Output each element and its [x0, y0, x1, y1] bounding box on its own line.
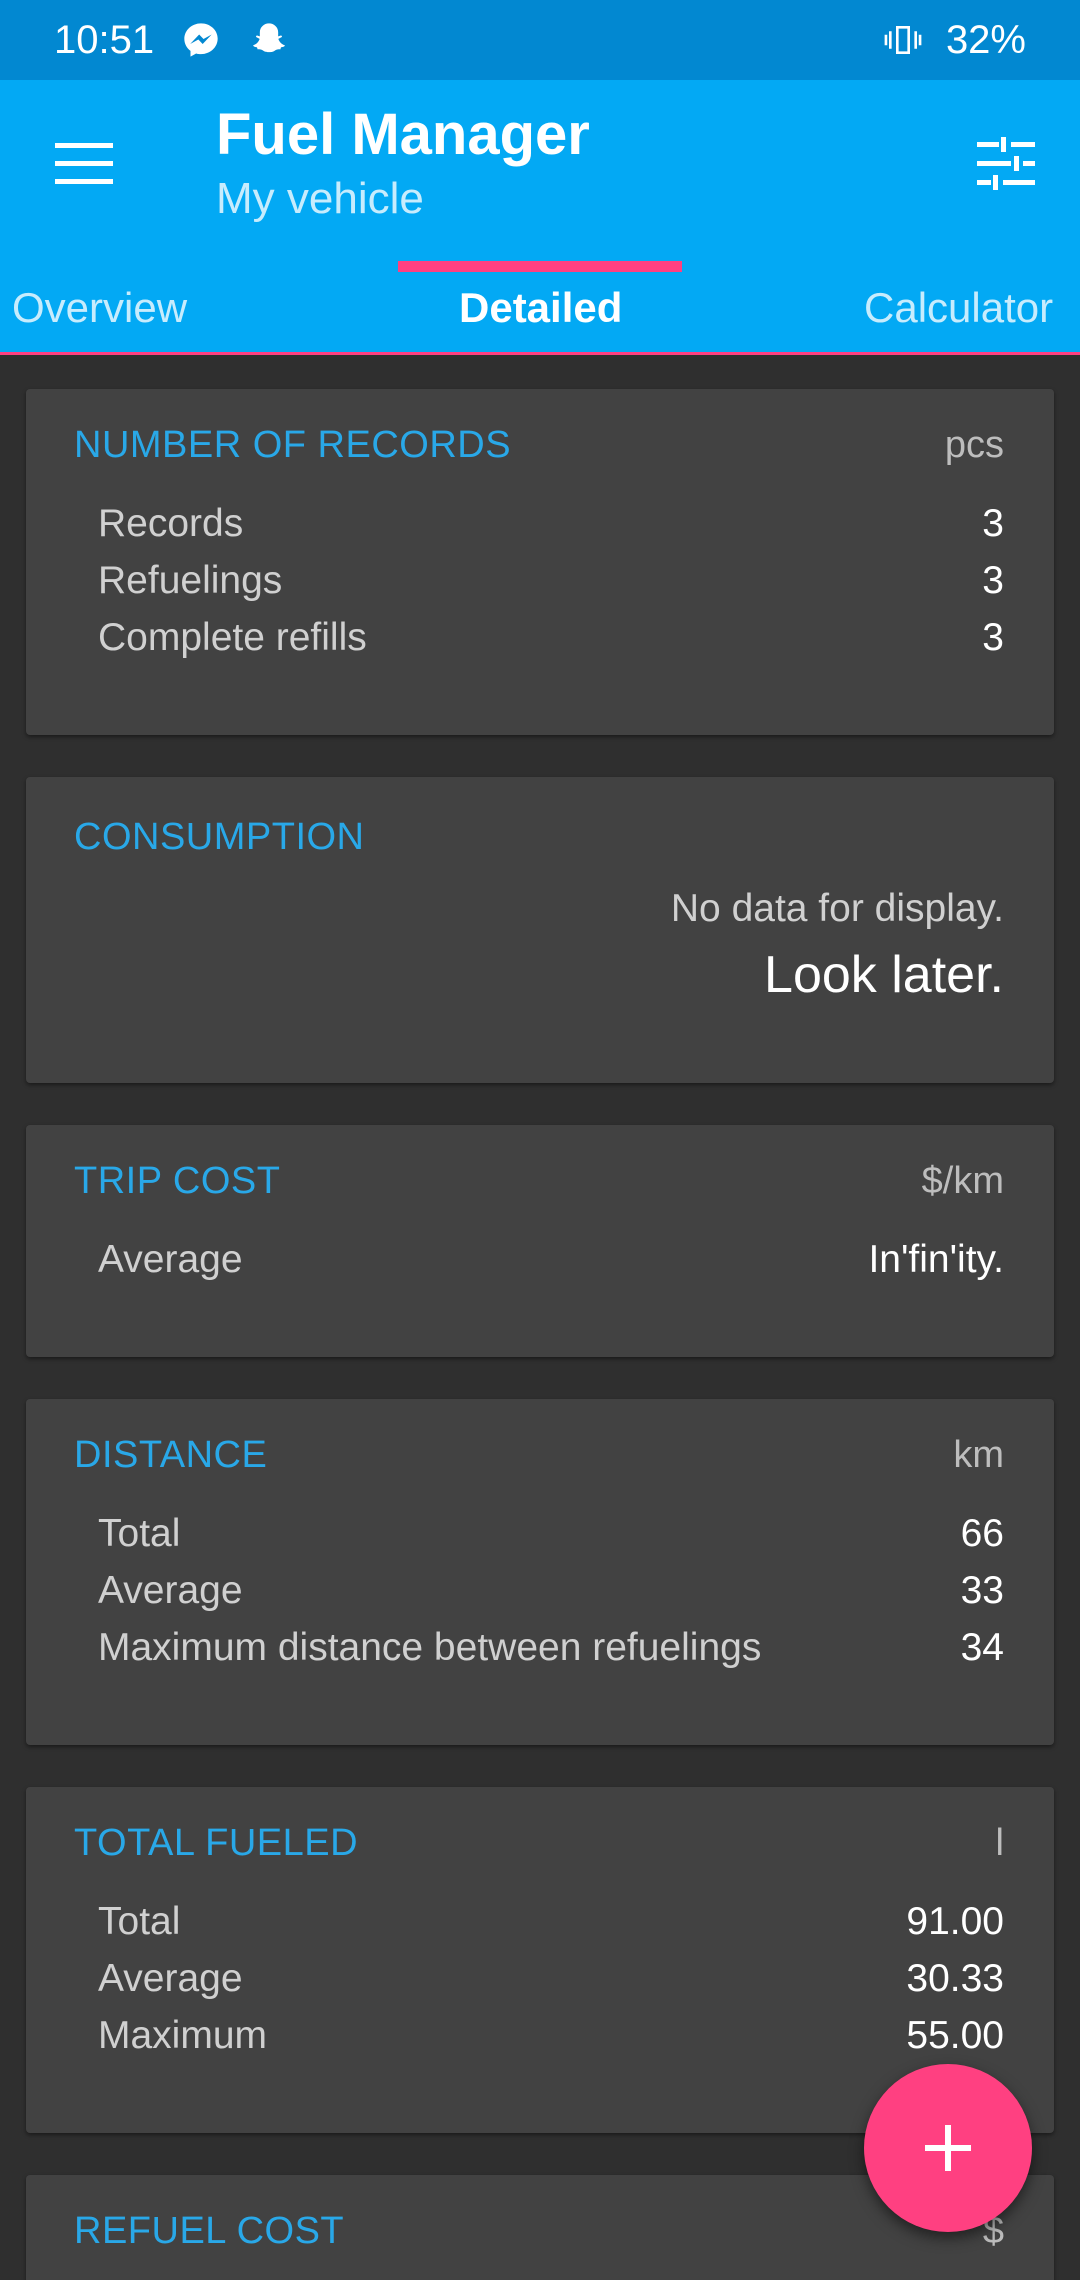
messenger-icon	[180, 19, 222, 61]
title-block: Fuel Manager My vehicle	[216, 100, 590, 224]
list-item: Total 66	[98, 1511, 1004, 1555]
status-bar: 10:51 32%	[0, 0, 1080, 80]
battery-percent: 32%	[945, 17, 1026, 62]
no-data-message: No data for display.	[670, 887, 1004, 930]
vehicle-subtitle[interactable]: My vehicle	[216, 174, 590, 224]
card-title: TRIP COST	[74, 1159, 281, 1202]
vibrate-icon	[882, 19, 924, 61]
status-time: 10:51	[54, 17, 155, 62]
add-record-button[interactable]	[864, 2064, 1032, 2232]
app-title: Fuel Manager	[216, 102, 590, 167]
tune-sliders-icon[interactable]	[962, 120, 1050, 208]
list-item: Refuelings 3	[98, 558, 1004, 602]
list-item: Maximum 55.00	[98, 2013, 1004, 2057]
card-unit: pcs	[944, 423, 1004, 466]
consumption-card: CONSUMPTION No data for display. Look la…	[26, 777, 1054, 1083]
active-tab-indicator	[398, 261, 682, 272]
plus-icon	[925, 2125, 971, 2171]
look-later-message: Look later.	[764, 946, 1004, 1004]
trip-cost-card: TRIP COST $/km Average In'fin'ity.	[26, 1125, 1054, 1357]
hamburger-menu-icon[interactable]	[40, 120, 128, 208]
card-unit: km	[953, 1433, 1004, 1476]
card-unit: $/km	[921, 1159, 1004, 1202]
list-item: Maximum distance between refuelings 34	[98, 1625, 1004, 1669]
list-item: Average 30.33	[98, 1956, 1004, 2000]
tab-bar-divider	[0, 352, 1080, 355]
card-title: TOTAL FUELED	[74, 1821, 359, 1864]
card-title: REFUEL COST	[74, 2209, 345, 2252]
card-title: DISTANCE	[74, 1433, 268, 1476]
tab-calculator[interactable]: Calculator	[864, 260, 1053, 355]
list-item: Total 91.00	[98, 1899, 1004, 1943]
snapchat-icon	[248, 19, 290, 61]
card-title: NUMBER OF RECORDS	[74, 423, 512, 466]
app-bar: Fuel Manager My vehicle Overview Detaile…	[0, 80, 1080, 355]
tab-bar: Overview Detailed Calculator	[0, 260, 1080, 355]
distance-card: DISTANCE km Total 66 Average 33 Maximum …	[26, 1399, 1054, 1745]
card-title: CONSUMPTION	[74, 815, 365, 858]
list-item: Records 3	[98, 501, 1004, 545]
tab-detailed[interactable]: Detailed	[459, 260, 622, 355]
list-item: Complete refills 3	[98, 615, 1004, 659]
card-unit: l	[995, 1821, 1004, 1864]
tab-overview[interactable]: Overview	[12, 260, 187, 355]
list-item: Average In'fin'ity.	[98, 1237, 1004, 1281]
records-card: NUMBER OF RECORDS pcs Records 3 Refuelin…	[26, 389, 1054, 735]
list-item: Average 33	[98, 1568, 1004, 1612]
